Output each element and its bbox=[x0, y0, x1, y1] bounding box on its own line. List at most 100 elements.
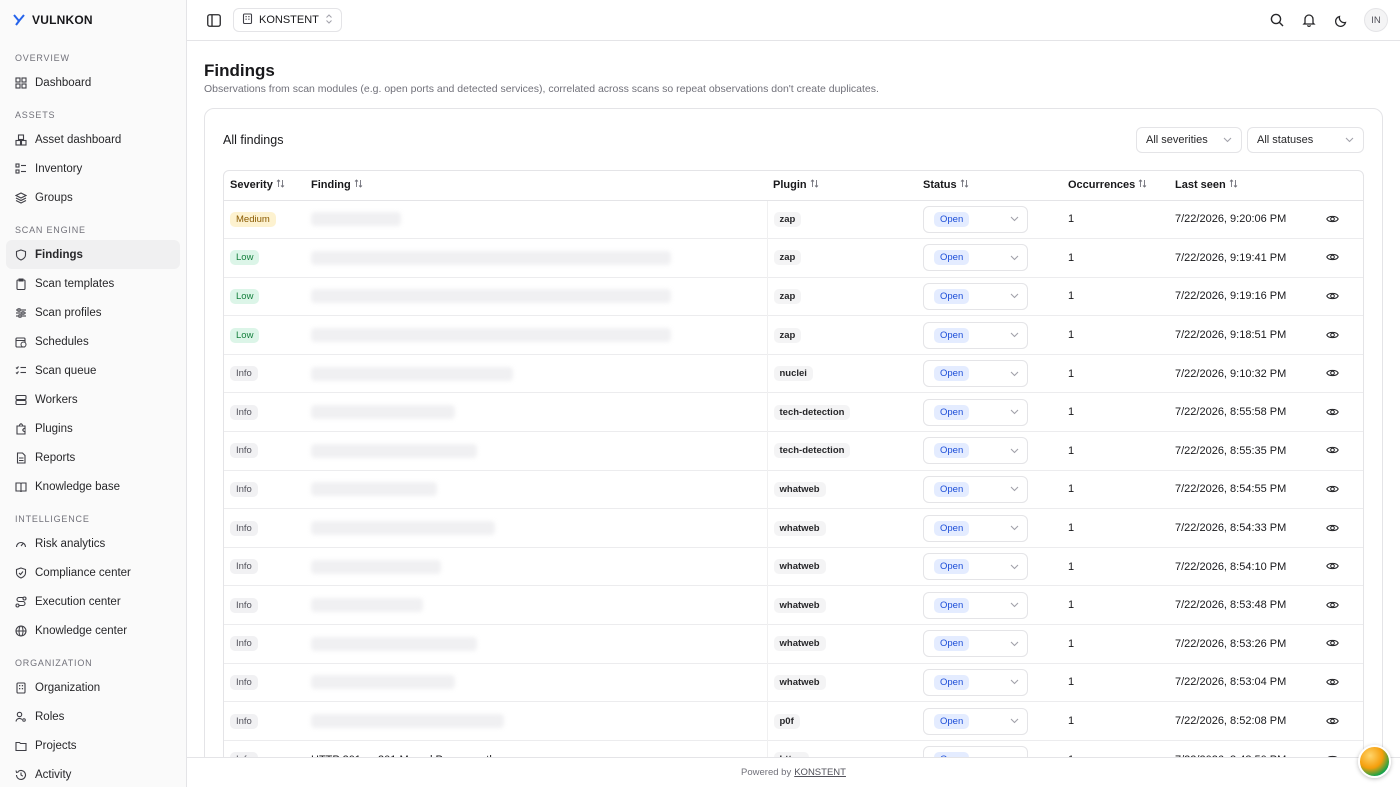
sidebar-item-risk-analytics[interactable]: Risk analytics bbox=[6, 529, 180, 558]
table-row[interactable]: Low zap Open 1 7/22/2026, 9:18:51 PM bbox=[224, 315, 1363, 355]
eye-icon[interactable] bbox=[1325, 714, 1339, 728]
status-select[interactable]: Open bbox=[923, 668, 1028, 696]
table-row[interactable]: InfoHTTP 301 — 301 Moved Permanentlyhttp… bbox=[224, 740, 1363, 757]
status-select[interactable]: Open bbox=[923, 475, 1028, 503]
column-header-finding[interactable]: Finding bbox=[303, 171, 767, 201]
status-select[interactable]: Open bbox=[923, 360, 1028, 388]
severity-filter[interactable]: All severities bbox=[1136, 127, 1242, 153]
bell-icon[interactable] bbox=[1300, 11, 1318, 29]
sidebar-item-reports[interactable]: Reports bbox=[6, 443, 180, 472]
sidebar-item-inventory[interactable]: Inventory bbox=[6, 154, 180, 183]
finding-cell[interactable] bbox=[303, 392, 768, 432]
column-header-status[interactable]: Status bbox=[917, 171, 1062, 201]
finding-cell[interactable] bbox=[303, 663, 768, 702]
search-icon[interactable] bbox=[1268, 11, 1286, 29]
status-filter[interactable]: All statuses bbox=[1247, 127, 1364, 153]
status-select[interactable]: Open bbox=[923, 514, 1028, 542]
column-header-plugin[interactable]: Plugin bbox=[767, 171, 917, 201]
status-select[interactable]: Open bbox=[923, 746, 1028, 757]
sidebar-item-scan-profiles[interactable]: Scan profiles bbox=[6, 298, 180, 327]
eye-icon[interactable] bbox=[1325, 482, 1339, 496]
finding-cell[interactable] bbox=[303, 508, 768, 548]
sidebar-item-organization[interactable]: Organization bbox=[6, 673, 180, 702]
finding-cell[interactable] bbox=[303, 200, 768, 239]
finding-cell[interactable] bbox=[303, 238, 768, 278]
finding-cell[interactable] bbox=[303, 547, 768, 586]
sidebar-item-schedules[interactable]: Schedules bbox=[6, 327, 180, 356]
table-row[interactable]: Info whatweb Open 1 7/22/2026, 8:54:33 PM bbox=[224, 508, 1363, 548]
sidebar-item-roles[interactable]: Roles bbox=[6, 702, 180, 731]
sidebar-item-compliance-center[interactable]: Compliance center bbox=[6, 558, 180, 587]
eye-icon[interactable] bbox=[1325, 328, 1339, 342]
column-header-severity[interactable]: Severity bbox=[224, 171, 303, 201]
sort-arrows-icon[interactable] bbox=[276, 179, 285, 191]
sidebar-item-asset-dashboard[interactable]: Asset dashboard bbox=[6, 125, 180, 154]
eye-icon[interactable] bbox=[1325, 443, 1339, 457]
sort-arrows-icon[interactable] bbox=[960, 179, 969, 191]
sort-arrows-icon[interactable] bbox=[810, 179, 819, 191]
eye-icon[interactable] bbox=[1325, 521, 1339, 535]
table-row[interactable]: Low zap Open 1 7/22/2026, 9:19:16 PM bbox=[224, 277, 1363, 316]
finding-cell[interactable] bbox=[303, 470, 768, 509]
table-row[interactable]: Low zap Open 1 7/22/2026, 9:19:41 PM bbox=[224, 238, 1363, 278]
finding-cell[interactable] bbox=[303, 585, 768, 625]
table-row[interactable]: Info tech-detection Open 1 7/22/2026, 8:55:5… bbox=[224, 392, 1363, 432]
status-select[interactable]: Open bbox=[923, 244, 1028, 272]
org-switcher[interactable]: KONSTENT bbox=[233, 8, 342, 32]
status-select[interactable]: Open bbox=[923, 282, 1028, 310]
sidebar-item-scan-templates[interactable]: Scan templates bbox=[6, 269, 180, 298]
finding-cell[interactable] bbox=[303, 701, 768, 741]
table-row[interactable]: Info whatweb Open 1 7/22/2026, 8:53:48 PM bbox=[224, 585, 1363, 625]
sidebar-item-execution-center[interactable]: Execution center bbox=[6, 587, 180, 616]
status-select[interactable]: Open bbox=[923, 205, 1028, 233]
table-row[interactable]: Medium zap Open 1 7/22/2026, 9:20:06 PM bbox=[224, 200, 1363, 239]
sidebar-item-projects[interactable]: Projects bbox=[6, 731, 180, 760]
table-row[interactable]: Info whatweb Open 1 7/22/2026, 8:53:04 PM bbox=[224, 663, 1363, 702]
sort-arrows-icon[interactable] bbox=[1138, 179, 1147, 191]
table-row[interactable]: Info p0f Open 1 7/22/2026, 8:52:08 PM bbox=[224, 701, 1363, 741]
sidebar-item-dashboard[interactable]: Dashboard bbox=[6, 68, 180, 97]
eye-icon[interactable] bbox=[1325, 289, 1339, 303]
eye-icon[interactable] bbox=[1325, 559, 1339, 573]
status-select[interactable]: Open bbox=[923, 398, 1028, 426]
sidebar-toggle-icon[interactable] bbox=[205, 11, 223, 29]
sidebar-item-scan-queue[interactable]: Scan queue bbox=[6, 356, 180, 385]
status-select[interactable]: Open bbox=[923, 553, 1028, 581]
eye-icon[interactable] bbox=[1325, 636, 1339, 650]
eye-icon[interactable] bbox=[1325, 675, 1339, 689]
finding-cell[interactable] bbox=[303, 277, 768, 316]
sidebar-item-groups[interactable]: Groups bbox=[6, 183, 180, 212]
table-row[interactable]: Info nuclei Open 1 7/22/2026, 9:10:32 PM bbox=[224, 354, 1363, 393]
finding-cell[interactable] bbox=[303, 315, 768, 355]
table-row[interactable]: Info whatweb Open 1 7/22/2026, 8:54:10 PM bbox=[224, 547, 1363, 586]
sort-arrows-icon[interactable] bbox=[1229, 179, 1238, 191]
eye-icon[interactable] bbox=[1325, 366, 1339, 380]
table-row[interactable]: Info tech-detection Open 1 7/22/2026, 8:55:3… bbox=[224, 431, 1363, 471]
avatar[interactable]: IN bbox=[1364, 8, 1388, 32]
sidebar-item-plugins[interactable]: Plugins bbox=[6, 414, 180, 443]
finding-cell[interactable] bbox=[303, 354, 768, 393]
sidebar-item-activity[interactable]: Activity bbox=[6, 760, 180, 787]
eye-icon[interactable] bbox=[1325, 405, 1339, 419]
sidebar-item-workers[interactable]: Workers bbox=[6, 385, 180, 414]
status-select[interactable]: Open bbox=[923, 591, 1028, 619]
table-row[interactable]: Info whatweb Open 1 7/22/2026, 8:53:26 PM bbox=[224, 624, 1363, 664]
eye-icon[interactable] bbox=[1325, 212, 1339, 226]
finding-cell[interactable] bbox=[303, 624, 768, 664]
column-header-occurrences[interactable]: Occurrences bbox=[1062, 171, 1169, 201]
sidebar-item-knowledge-base[interactable]: Knowledge base bbox=[6, 472, 180, 501]
sidebar-item-knowledge-center[interactable]: Knowledge center bbox=[6, 616, 180, 645]
status-select[interactable]: Open bbox=[923, 630, 1028, 658]
eye-icon[interactable] bbox=[1325, 598, 1339, 612]
status-select[interactable]: Open bbox=[923, 437, 1028, 465]
finding-cell[interactable]: HTTP 301 — 301 Moved Permanently bbox=[303, 740, 768, 757]
assistant-avatar-button[interactable] bbox=[1358, 745, 1391, 778]
moon-icon[interactable] bbox=[1332, 11, 1350, 29]
status-select[interactable]: Open bbox=[923, 321, 1028, 349]
sidebar-item-findings[interactable]: Findings bbox=[6, 240, 180, 269]
sort-arrows-icon[interactable] bbox=[354, 179, 363, 191]
footer-link[interactable]: KONSTENT bbox=[794, 767, 846, 778]
table-row[interactable]: Info whatweb Open 1 7/22/2026, 8:54:55 PM bbox=[224, 470, 1363, 509]
eye-icon[interactable] bbox=[1325, 250, 1339, 264]
brand[interactable]: VULNKON bbox=[0, 0, 186, 40]
